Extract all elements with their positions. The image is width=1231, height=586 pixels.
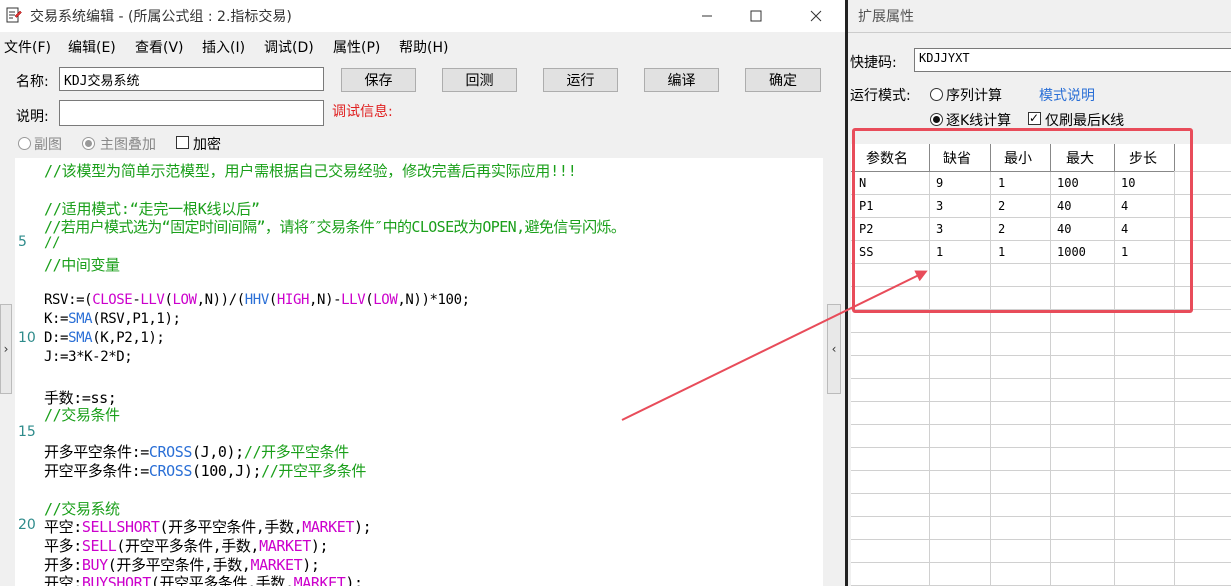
annotation-arrow — [621, 270, 928, 421]
arrow-line — [621, 270, 928, 421]
